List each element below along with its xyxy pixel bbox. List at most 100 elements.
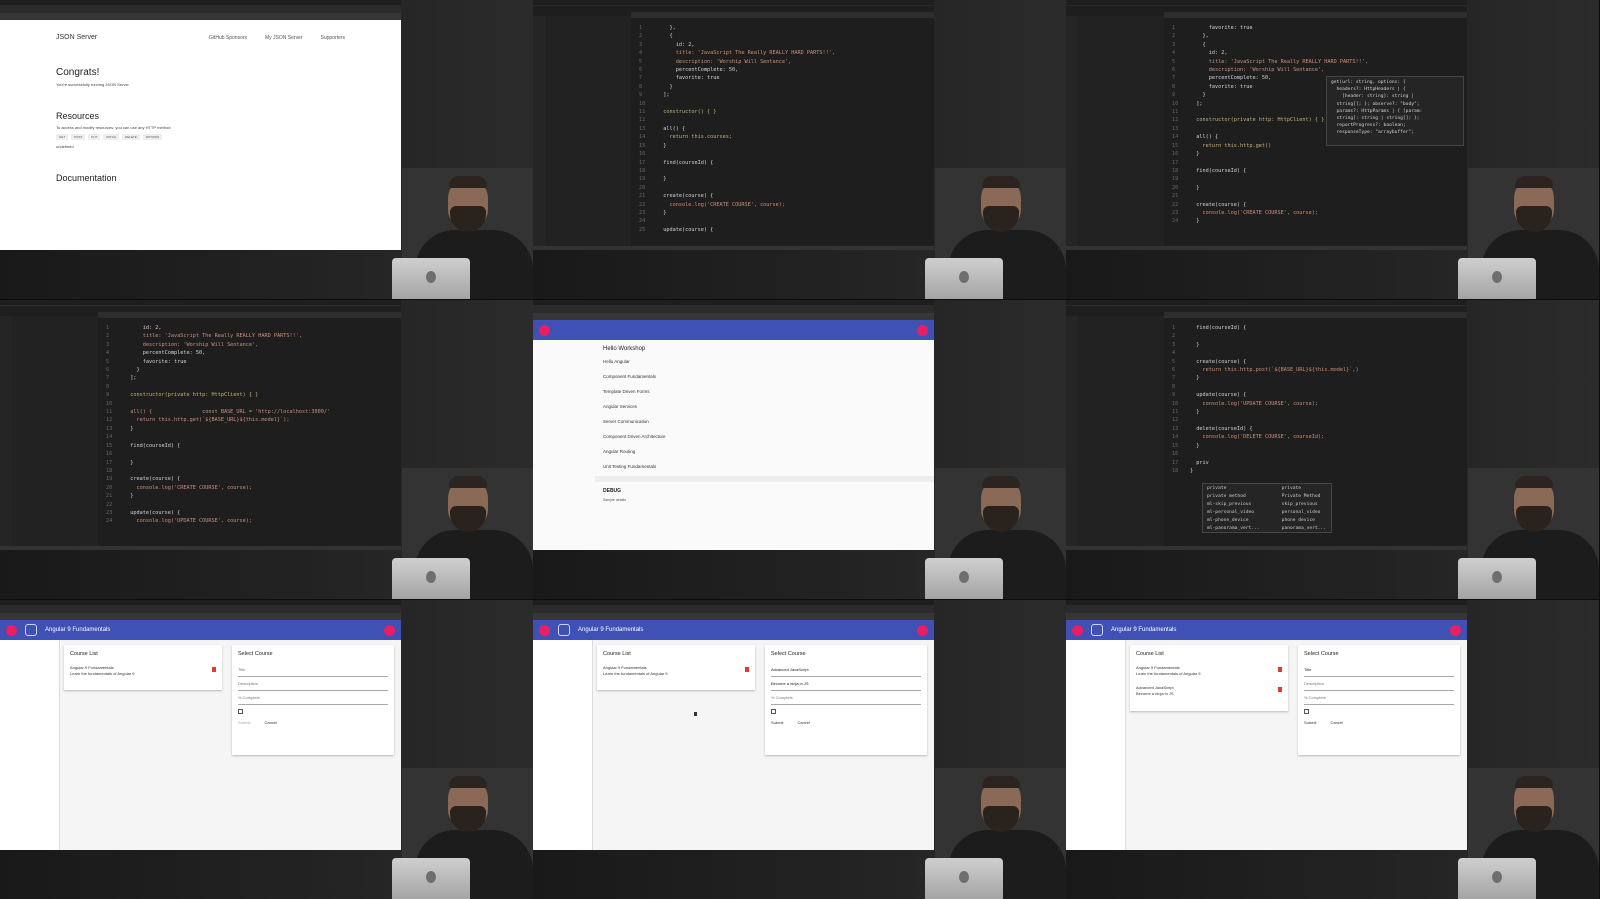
menu-icon[interactable] (539, 624, 550, 636)
code-line[interactable]: 20 } (1172, 184, 1463, 192)
code-line[interactable]: 4 (1172, 349, 1463, 357)
code-line[interactable]: 2 title: 'JavaScript The Really REALLY H… (106, 332, 397, 340)
lesson-item[interactable]: Angular Routing (603, 449, 666, 454)
code-line[interactable]: 12 return this.http.get(`${BASE_URL}${th… (106, 416, 397, 424)
code-line[interactable]: 24 (639, 217, 930, 225)
user-avatar[interactable] (917, 624, 928, 636)
favorite-checkbox[interactable] (1304, 709, 1309, 714)
course-item[interactable]: Advanced JavaScript Become a ninja in JS (1136, 685, 1282, 696)
cancel-button[interactable]: Cancel (797, 720, 809, 725)
code-line[interactable]: 6 } (106, 366, 397, 374)
lesson-item[interactable]: Hello Angular (603, 359, 666, 364)
code-line[interactable]: 19 create(course) { (106, 475, 397, 483)
code-line[interactable]: 5 description: 'Worship Will Sentance', (639, 58, 930, 66)
code-line[interactable]: 16 (106, 450, 397, 458)
browser-url-bar[interactable] (1066, 613, 1467, 620)
lesson-item[interactable]: Component Fundamentals (603, 374, 666, 379)
lesson-item[interactable]: Angular Services (603, 404, 666, 409)
code-line[interactable]: 11 all() { const BASE_URL = 'http://loca… (106, 408, 397, 416)
code-line[interactable]: 15 find(courseId) { (106, 442, 397, 450)
percent-complete-field[interactable]: % Complete (238, 693, 388, 705)
lesson-item[interactable]: Unit Testing Fundamentals (603, 464, 666, 469)
code-line[interactable]: 18 (106, 467, 397, 475)
code-line[interactable]: 12 (1172, 416, 1463, 424)
code-line[interactable]: 16 (1172, 450, 1463, 458)
browser-tabs[interactable] (0, 606, 401, 613)
code-line[interactable]: 5 create(course) { (1172, 358, 1463, 366)
code-line[interactable]: 13 } (106, 425, 397, 433)
code-line[interactable]: 21 (1172, 192, 1463, 200)
code-line[interactable]: 3 } (1172, 341, 1463, 349)
code-line[interactable]: 10 console.log('UPDATE COURSE', course); (1172, 400, 1463, 408)
code-line[interactable]: 22 console.log('CREATE COURSE', course); (639, 201, 930, 209)
code-editor[interactable]: 1 favorite: true 2 }, 3 {4 id: 2, 5 title: … (1066, 6, 1467, 250)
user-avatar[interactable] (917, 324, 928, 336)
menu-icon[interactable] (6, 624, 17, 636)
code-line[interactable]: 8 } (639, 83, 930, 91)
delete-icon[interactable] (1278, 687, 1282, 692)
code-line[interactable]: 14 (106, 433, 397, 441)
side-nav[interactable] (1066, 640, 1126, 850)
code-line[interactable]: 4 title: 'JavaScript The Really REALLY H… (639, 49, 930, 57)
code-line[interactable]: 21 create(course) { (639, 192, 930, 200)
thumbnail-4[interactable]: 1 id: 2, 2 title: 'JavaScript The Really … (0, 300, 533, 599)
thumbnail-7[interactable]: Angular 9 Fundamentals Course List Angul… (0, 600, 533, 899)
code-line[interactable]: 19 (1172, 175, 1463, 183)
editor-tabs[interactable] (1164, 12, 1467, 18)
supporters-link[interactable]: Supporters (321, 35, 345, 41)
menu-icon[interactable] (539, 324, 550, 336)
code-line[interactable]: 18 find(courseId) { (1172, 167, 1463, 175)
code-editor[interactable]: 1 find(courseId) {2 3 } 4 5 create(course) … (1066, 306, 1467, 550)
title-field[interactable]: Advanced JavaScript (771, 665, 921, 677)
code-line[interactable]: 6 description: 'Worship Will Sentance', (1172, 66, 1463, 74)
favorite-checkbox[interactable] (771, 709, 776, 714)
lesson-item[interactable]: Component Driven Architecture (603, 434, 666, 439)
thumbnail-1[interactable]: JSON Server GitHub Sponsors My JSON Serv… (0, 0, 533, 299)
code-line[interactable]: 11 constructor() { } (639, 108, 930, 116)
github-sponsors-link[interactable]: GitHub Sponsors (209, 35, 247, 41)
code-line[interactable]: 25 update(course) { (639, 226, 930, 234)
code-line[interactable]: 18} (1172, 467, 1463, 475)
activity-bar[interactable] (1066, 16, 1078, 246)
thumbnail-9[interactable]: Angular 9 Fundamentals Course List Angul… (1066, 600, 1599, 899)
save-button[interactable]: Submit (238, 720, 250, 725)
browser-tabs[interactable] (533, 606, 934, 613)
code-line[interactable]: 6 percentComplete: 50, (639, 66, 930, 74)
code-area[interactable]: 1 }, 2 {3 id: 2, 4 title: 'JavaScript The … (631, 20, 934, 246)
code-line[interactable]: 9 ]; (639, 91, 930, 99)
code-line[interactable]: 22 create(course) { (1172, 201, 1463, 209)
title-field[interactable]: Title (238, 665, 388, 677)
code-line[interactable]: 10 (106, 400, 397, 408)
cancel-button[interactable]: Cancel (264, 720, 276, 725)
code-line[interactable]: 2 { (639, 32, 930, 40)
editor-tabs[interactable] (98, 312, 401, 318)
code-line[interactable]: 22 (106, 501, 397, 509)
lesson-item[interactable]: Server Communication (603, 419, 666, 424)
browser-tabs[interactable] (533, 306, 934, 313)
code-line[interactable]: 19 } (639, 175, 930, 183)
code-line[interactable]: 14 return this.courses; (639, 133, 930, 141)
browser-url-bar[interactable] (0, 13, 401, 20)
code-line[interactable]: 17 } (106, 459, 397, 467)
code-line[interactable]: 16 } (1172, 150, 1463, 158)
code-line[interactable]: 8 (1172, 383, 1463, 391)
code-line[interactable]: 1 favorite: true (1172, 24, 1463, 32)
activity-bar[interactable] (0, 316, 12, 546)
code-editor[interactable]: 1 id: 2, 2 title: 'JavaScript The Really … (0, 306, 401, 550)
code-line[interactable]: 17 (1172, 159, 1463, 167)
side-nav[interactable] (533, 640, 593, 850)
editor-tabs[interactable] (1164, 312, 1467, 318)
code-line[interactable]: 17 priv (1172, 459, 1463, 467)
code-line[interactable]: 4 id: 2, (1172, 49, 1463, 57)
code-line[interactable]: 21 } (106, 492, 397, 500)
browser-url-bar[interactable] (0, 613, 401, 620)
file-explorer[interactable] (1078, 316, 1164, 546)
code-line[interactable]: 11 } (1172, 408, 1463, 416)
code-editor[interactable]: 1 }, 2 {3 id: 2, 4 title: 'JavaScript The … (533, 6, 934, 250)
code-area[interactable]: 1 id: 2, 2 title: 'JavaScript The Really … (98, 320, 401, 546)
description-field[interactable]: Description (1304, 679, 1454, 691)
code-line[interactable]: 5 title: 'JavaScript The Really REALLY H… (1172, 58, 1463, 66)
browser-tabs[interactable] (0, 6, 401, 13)
code-line[interactable]: 17 find(courseId) { (639, 159, 930, 167)
cancel-button[interactable]: Cancel (1330, 720, 1342, 725)
